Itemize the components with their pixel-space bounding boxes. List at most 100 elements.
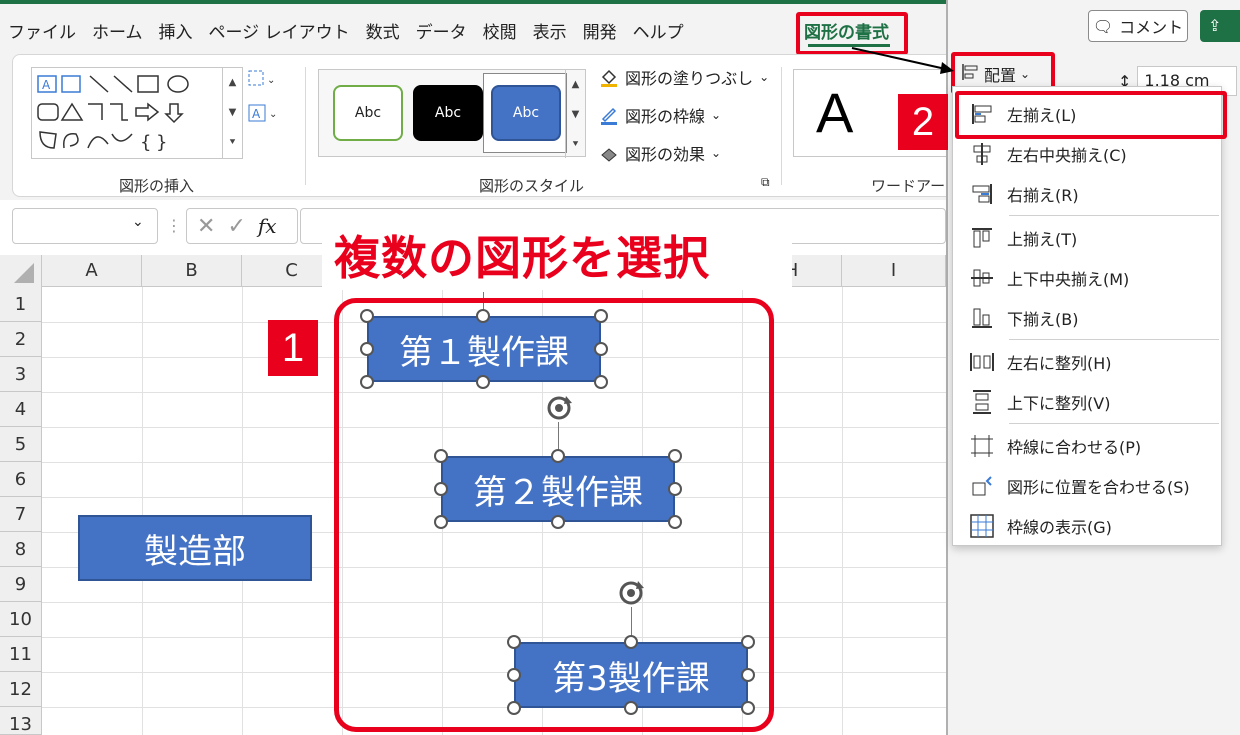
row-header-11[interactable]: 11 (0, 637, 42, 672)
svg-text:A: A (42, 78, 51, 92)
shape-outline-button[interactable]: 図形の枠線 ⌄ (599, 103, 721, 127)
style-gallery[interactable]: Abc Abc Abc ▲ ▼ ⯆ (318, 69, 586, 158)
menu-item-label: 枠線の表示(G) (1007, 518, 1112, 537)
tab-home[interactable]: ホーム (84, 10, 151, 46)
tab-help[interactable]: ヘルプ (625, 10, 692, 46)
edit-shape-icon[interactable]: ⌄ (245, 67, 281, 91)
menu-item-align-top[interactable]: 上揃え(T) (953, 219, 1223, 257)
gridline (242, 287, 243, 735)
shapes-gallery-icons: A {} (37, 75, 189, 153)
row-header-13[interactable]: 13 (0, 707, 42, 735)
align-right-icon (969, 181, 995, 207)
menu-item-snap-to-shape[interactable]: 図形に位置を合わせる(S) (953, 467, 1223, 505)
comment-label: コメント (1119, 18, 1184, 37)
snap-to-grid-icon (969, 433, 995, 459)
share-button[interactable]: ⇪ (1200, 10, 1240, 42)
text-box-icon[interactable]: A ⌄ (245, 101, 281, 125)
tab-page-layout[interactable]: ページ レイアウト (201, 10, 358, 46)
style-swatch-blue[interactable]: Abc (491, 85, 561, 141)
svg-text:⌄: ⌄ (269, 109, 277, 120)
menu-item-distribute-horizontally[interactable]: 左右に整列(H) (953, 343, 1223, 381)
gridline (842, 287, 843, 735)
tab-formulas[interactable]: 数式 (358, 10, 408, 46)
row-header-12[interactable]: 12 (0, 672, 42, 707)
style-scroll-up-icon[interactable]: ▲ (565, 70, 585, 100)
tab-file[interactable]: ファイル (0, 10, 84, 46)
row-header-6[interactable]: 6 (0, 462, 42, 497)
menu-item-align-center[interactable]: 左右中央揃え(C) (953, 135, 1223, 173)
row-header-1[interactable]: 1 (0, 287, 42, 322)
row-header-10[interactable]: 10 (0, 602, 42, 637)
shape-outline-label: 図形の枠線 (625, 107, 706, 126)
row-header-7[interactable]: 7 (0, 497, 42, 532)
tab-view[interactable]: 表示 (525, 10, 575, 46)
wordart-style-a[interactable]: A (816, 80, 853, 145)
tab-review[interactable]: 校閲 (475, 10, 525, 46)
gallery-expand-icon[interactable]: ⯆ (222, 128, 242, 158)
formula-bar-buttons: ✕ ✓ fx (186, 208, 298, 244)
menu-item-align-bottom[interactable]: 下揃え(B) (953, 299, 1223, 337)
tab-insert[interactable]: 挿入 (151, 10, 201, 46)
row-header-2[interactable]: 2 (0, 322, 42, 357)
menu-separator (1009, 423, 1219, 424)
shape-manufacturing-dept[interactable]: 製造部 (78, 515, 312, 581)
chevron-down-icon: ⌄ (1020, 67, 1031, 81)
align-bottom-icon (969, 305, 995, 331)
share-icon: ⇪ (1208, 16, 1222, 35)
style-expand-icon[interactable]: ⯆ (565, 130, 585, 158)
align-middle-icon (969, 265, 995, 291)
shape-gallery[interactable]: A {} ▲ ▼ ⯆ (31, 67, 243, 159)
column-header-b[interactable]: B (142, 255, 242, 287)
cancel-icon[interactable]: ✕ (197, 214, 215, 239)
select-all-corner[interactable] (0, 255, 42, 287)
menu-item-distribute-vertically[interactable]: 上下に整列(V) (953, 383, 1223, 421)
arrange-button[interactable]: 配置 ⌄ (960, 62, 1030, 86)
arrange-label: 配置 (984, 66, 1017, 85)
tab-developer[interactable]: 開発 (575, 10, 625, 46)
shape-fill-button[interactable]: 図形の塗りつぶし ⌄ (599, 65, 769, 89)
menu-item-snap-to-grid[interactable]: 枠線に合わせる(P) (953, 427, 1223, 465)
chevron-down-icon: ⌄ (759, 70, 770, 84)
select-all-triangle-icon (14, 263, 34, 283)
chevron-down-icon: ⌄ (711, 146, 722, 160)
arrange-dropdown-menu: 左揃え(L) 左右中央揃え(C) 右揃え(R) 上揃え(T) 上下中央揃え(M)… (952, 86, 1222, 546)
name-box-dropdown-icon[interactable]: ⌄ (132, 214, 144, 230)
dialog-launcher-icon[interactable]: ⧉ (761, 175, 770, 190)
menu-item-align-middle[interactable]: 上下中央揃え(M) (953, 259, 1223, 297)
group-label-shape-styles: 図形のスタイル (479, 177, 585, 195)
menu-item-view-gridlines[interactable]: 枠線の表示(G) (953, 507, 1223, 545)
row-header-4[interactable]: 4 (0, 392, 42, 427)
insert-function-button[interactable]: fx (258, 214, 277, 238)
tab-shape-format[interactable]: 図形の書式 (804, 18, 889, 43)
pen-icon (599, 105, 619, 125)
gallery-scroll-down-icon[interactable]: ▼ (222, 98, 242, 128)
tab-data[interactable]: データ (408, 10, 475, 46)
column-header-a[interactable]: A (42, 255, 142, 287)
enter-icon[interactable]: ✓ (227, 214, 245, 239)
style-scroll-down-icon[interactable]: ▼ (565, 100, 585, 130)
column-header-i[interactable]: I (842, 255, 946, 287)
menu-item-align-right[interactable]: 右揃え(R) (953, 175, 1223, 213)
menu-item-label: 枠線に合わせる(P) (1007, 438, 1142, 457)
excel-window: ファイル ホーム 挿入 ページ レイアウト 数式 データ 校閲 表示 開発 ヘル… (0, 0, 1240, 735)
menu-separator (1009, 215, 1219, 216)
row-header-5[interactable]: 5 (0, 427, 42, 462)
menu-item-highlight (955, 91, 1227, 139)
gallery-scroll-up-icon[interactable]: ▲ (222, 68, 242, 98)
shape-effects-icon (599, 143, 619, 163)
row-header-9[interactable]: 9 (0, 567, 42, 602)
row-header-8[interactable]: 8 (0, 532, 42, 567)
menu-item-label: 右揃え(R) (1007, 186, 1079, 205)
svg-text:{: { (140, 132, 151, 153)
style-swatch-black[interactable]: Abc (413, 85, 483, 141)
menu-item-label: 上揃え(T) (1007, 230, 1078, 249)
snap-to-shape-icon (969, 473, 995, 499)
shape-effects-button[interactable]: 図形の効果 ⌄ (599, 141, 721, 165)
gridline (142, 287, 143, 735)
svg-text:A: A (252, 107, 261, 121)
menu-item-label: 図形に位置を合わせる(S) (1007, 478, 1190, 497)
row-header-3[interactable]: 3 (0, 357, 42, 392)
callout-arrow (851, 47, 954, 74)
comment-button[interactable]: 🗨 コメント (1088, 10, 1188, 42)
style-swatch-outline[interactable]: Abc (333, 85, 403, 141)
